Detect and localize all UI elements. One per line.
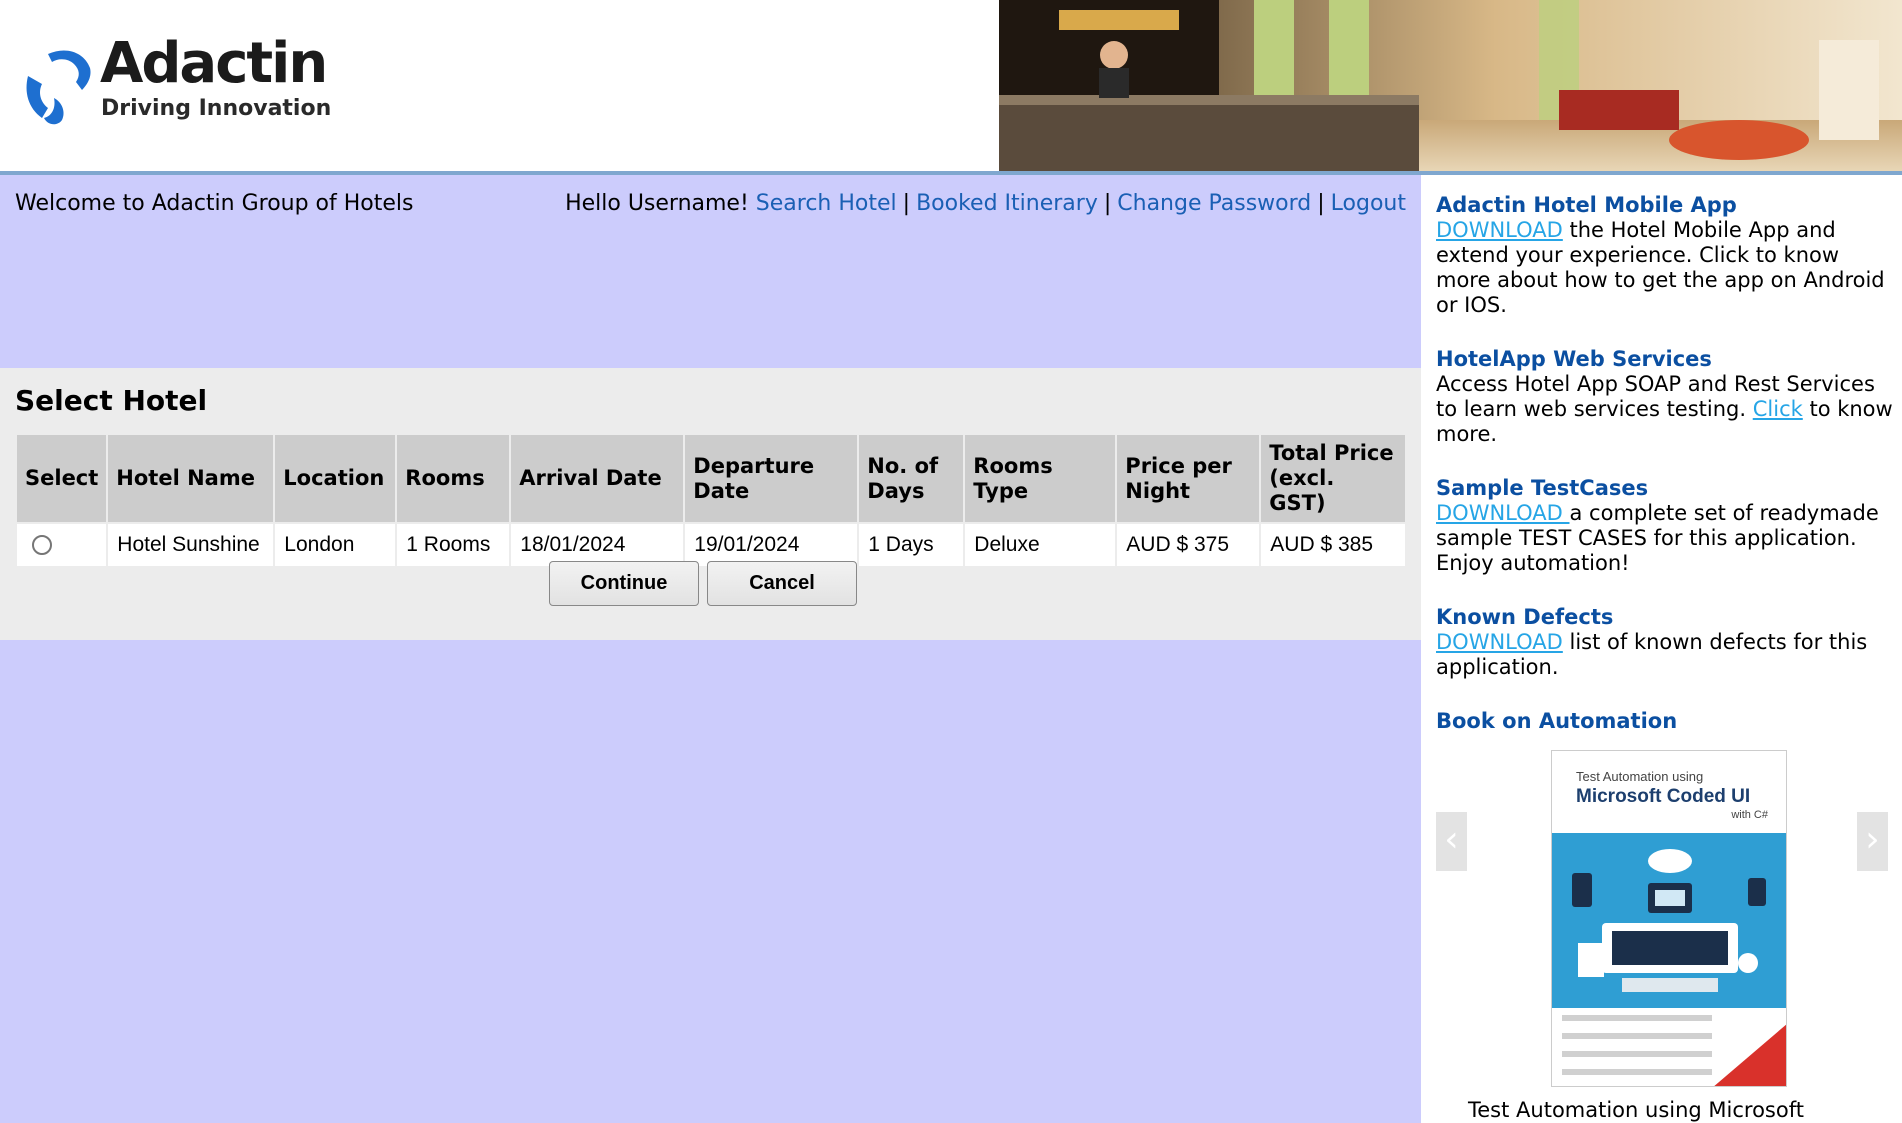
book-caption: Test Automation using Microsoft xyxy=(1468,1098,1804,1122)
cover-line-3: with C# xyxy=(1731,809,1768,821)
cancel-button[interactable]: Cancel xyxy=(707,561,857,606)
hotel-results-table: Select Hotel Name Location Rooms Arrival… xyxy=(15,433,1407,568)
carousel-next-button[interactable]: › xyxy=(1857,812,1888,871)
carousel-prev-button[interactable]: ‹ xyxy=(1436,812,1467,871)
page-title: Select Hotel xyxy=(15,384,208,417)
nav-separator: | xyxy=(1103,191,1112,216)
brand-name: Adactin xyxy=(100,31,328,96)
select-hotel-panel: Select Hotel Select Hotel Name Location … xyxy=(0,368,1421,640)
web-services-click-link[interactable]: Click xyxy=(1753,397,1803,421)
select-cell xyxy=(17,524,107,566)
table-header-row: Select Hotel Name Location Rooms Arrival… xyxy=(17,435,1405,522)
logo-swirl-icon xyxy=(26,50,91,125)
col-rooms-type: Rooms Type xyxy=(965,435,1116,522)
days-cell: 1 Days xyxy=(859,524,964,566)
col-price-per-night: Price per Night xyxy=(1117,435,1260,522)
rooms-cell: 1 Rooms xyxy=(397,524,510,566)
mobile-app-download-link[interactable]: DOWNLOAD xyxy=(1436,218,1563,242)
col-arrival-date: Arrival Date xyxy=(511,435,684,522)
search-hotel-link[interactable]: Search Hotel xyxy=(756,191,897,216)
col-total-price: Total Price (excl. GST) xyxy=(1261,435,1405,522)
departure-date-cell: 19/01/2024 xyxy=(685,524,858,566)
page-header: Adactin Driving Innovation xyxy=(0,0,1902,171)
logout-link[interactable]: Logout xyxy=(1331,191,1406,216)
nav-separator: | xyxy=(902,191,911,216)
room-type-cell: Deluxe xyxy=(965,524,1116,566)
test-cases-section: Sample TestCases DOWNLOAD a complete set… xyxy=(1436,476,1896,576)
mobile-app-section: Adactin Hotel Mobile App DOWNLOAD the Ho… xyxy=(1436,193,1896,318)
location-cell: London xyxy=(275,524,396,566)
right-sidebar: Adactin Hotel Mobile App DOWNLOAD the Ho… xyxy=(1421,175,1902,1123)
cover-line-1: Test Automation using xyxy=(1576,769,1704,784)
select-hotel-radio[interactable] xyxy=(32,535,52,556)
table-row: Hotel Sunshine London 1 Rooms 18/01/2024… xyxy=(17,524,1405,566)
change-password-link[interactable]: Change Password xyxy=(1117,191,1311,216)
arrival-date-cell: 18/01/2024 xyxy=(511,524,684,566)
book-title: Book on Automation xyxy=(1436,709,1678,733)
adactin-logo: Adactin Driving Innovation xyxy=(18,36,348,132)
continue-button[interactable]: Continue xyxy=(549,561,699,606)
price-per-night-cell: AUD $ 375 xyxy=(1117,524,1260,566)
known-defects-title: Known Defects xyxy=(1436,605,1614,629)
main-content: Welcome to Adactin Group of Hotels Hello… xyxy=(0,175,1421,1123)
web-services-title: HotelApp Web Services xyxy=(1436,347,1712,371)
col-rooms: Rooms xyxy=(397,435,510,522)
cover-line-2: Microsoft Coded UI xyxy=(1576,786,1751,807)
book-cover[interactable]: Test Automation using Microsoft Coded UI… xyxy=(1551,750,1787,1087)
book-section: Book on Automation xyxy=(1436,709,1896,734)
hotel-lobby-banner xyxy=(999,0,1902,171)
top-navigation: Hello Username! Search Hotel | Booked Itin… xyxy=(565,191,1406,216)
col-departure-date: Departure Date xyxy=(685,435,858,522)
col-select: Select xyxy=(17,435,107,522)
booked-itinerary-link[interactable]: Booked Itinerary xyxy=(916,191,1098,216)
nav-separator: | xyxy=(1317,191,1325,216)
brand-tagline: Driving Innovation xyxy=(101,96,332,121)
welcome-text: Welcome to Adactin Group of Hotels xyxy=(15,191,414,216)
test-cases-title: Sample TestCases xyxy=(1436,476,1649,500)
test-cases-download-link[interactable]: DOWNLOAD xyxy=(1436,501,1570,525)
hotel-name-cell: Hotel Sunshine xyxy=(108,524,274,566)
known-defects-section: Known Defects DOWNLOAD list of known def… xyxy=(1436,605,1896,680)
col-no-of-days: No. of Days xyxy=(859,435,964,522)
known-defects-download-link[interactable]: DOWNLOAD xyxy=(1436,630,1563,654)
mobile-app-title: Adactin Hotel Mobile App xyxy=(1436,193,1737,217)
col-location: Location xyxy=(275,435,396,522)
book-illustration-icon xyxy=(1552,833,1786,1086)
col-hotel-name: Hotel Name xyxy=(108,435,274,522)
lobby-image xyxy=(999,0,1902,171)
total-price-cell: AUD $ 385 xyxy=(1261,524,1405,566)
greeting-text: Hello Username! xyxy=(565,191,749,216)
web-services-section: HotelApp Web Services Access Hotel App S… xyxy=(1436,347,1896,447)
